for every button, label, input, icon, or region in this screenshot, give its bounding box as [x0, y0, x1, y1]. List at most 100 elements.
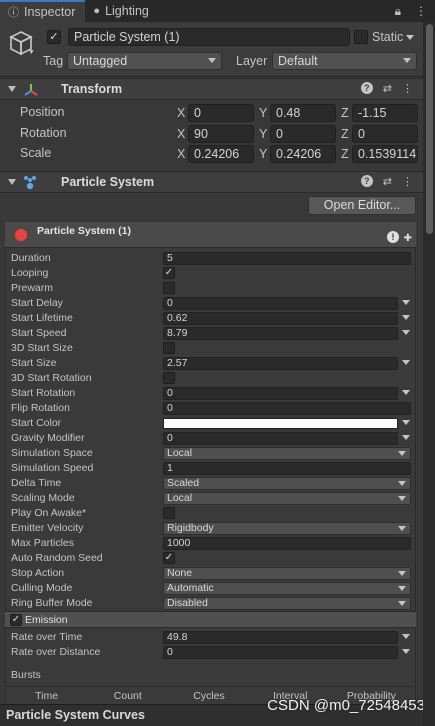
stop-action-dropdown[interactable]: None [163, 567, 411, 580]
emission-module-header[interactable]: ✓ Emission [5, 611, 416, 628]
start-delay-label[interactable]: Start Delay [11, 297, 63, 309]
rotation-y-field[interactable]: 0 [270, 125, 336, 143]
looping-checkbox[interactable]: ✓ [163, 267, 175, 279]
gravity-modifier-label[interactable]: Gravity Modifier [11, 432, 85, 444]
curve-mode-dropdown-icon[interactable] [402, 634, 410, 639]
max-particles-label[interactable]: Max Particles [11, 537, 74, 549]
gravity-modifier-field[interactable]: 0 [163, 432, 398, 445]
scale-y-field[interactable]: 0.24206 [270, 145, 336, 163]
help-icon[interactable]: ? [360, 175, 373, 187]
add-module-icon[interactable]: ✚ [404, 233, 412, 244]
stop-action-label[interactable]: Stop Action [11, 567, 64, 579]
auto-random-seed-checkbox[interactable]: ✓ [163, 552, 175, 564]
axis-x-label[interactable]: X [177, 147, 185, 161]
duration-label[interactable]: Duration [11, 252, 51, 264]
position-z-field[interactable]: -1.15 [352, 104, 418, 122]
rotation-z-field[interactable]: 0 [352, 125, 418, 143]
open-editor-button[interactable]: Open Editor... [308, 196, 416, 215]
axis-z-label[interactable]: Z [341, 127, 349, 141]
axis-x-label[interactable]: X [177, 127, 185, 141]
rotation-label[interactable]: Rotation [20, 126, 67, 140]
rate-over-time-field[interactable]: 49.8 [163, 631, 398, 644]
tab-inspector[interactable]: ⓘ Inspector [0, 0, 86, 22]
start-delay-field[interactable]: 0 [163, 297, 398, 310]
foldout-arrow-icon[interactable] [8, 86, 16, 92]
particle-system-header[interactable]: Particle System ? ⇄ ⋮ [0, 171, 423, 193]
presets-icon[interactable]: ⇄ [383, 82, 392, 95]
rate-over-time-label[interactable]: Rate over Time [11, 631, 82, 643]
position-label[interactable]: Position [20, 105, 64, 119]
curve-mode-dropdown-icon[interactable] [402, 435, 410, 440]
component-menu-icon[interactable]: ⋮ [402, 82, 413, 95]
curve-mode-dropdown-icon[interactable] [402, 649, 410, 654]
emitter-velocity-dropdown[interactable]: Rigidbody [163, 522, 411, 535]
static-dropdown-icon[interactable] [406, 35, 414, 40]
play-on-awake-label[interactable]: Play On Awake* [11, 507, 86, 519]
prewarm-label[interactable]: Prewarm [11, 282, 53, 294]
position-x-field[interactable]: 0 [188, 104, 254, 122]
simulation-space-label[interactable]: Simulation Space [11, 447, 93, 459]
active-checkbox[interactable]: ✓ [47, 30, 61, 44]
play-on-awake-checkbox[interactable] [163, 507, 175, 519]
culling-mode-label[interactable]: Culling Mode [11, 582, 72, 594]
start-color-swatch[interactable] [163, 418, 398, 429]
start-speed-label[interactable]: Start Speed [11, 327, 66, 339]
start-rotation-field[interactable]: 0 [163, 387, 398, 400]
3d-start-size-checkbox[interactable] [163, 342, 175, 354]
axis-y-label[interactable]: Y [259, 147, 267, 161]
3d-start-rotation-checkbox[interactable] [163, 372, 175, 384]
curve-mode-dropdown-icon[interactable] [402, 360, 410, 365]
presets-icon[interactable]: ⇄ [383, 175, 392, 188]
auto-random-seed-label[interactable]: Auto Random Seed [11, 552, 103, 564]
start-size-field[interactable]: 2.57 [163, 357, 398, 370]
static-checkbox[interactable] [354, 30, 368, 44]
3d-start-size-label[interactable]: 3D Start Size [11, 342, 73, 354]
ring-buffer-mode-label[interactable]: Ring Buffer Mode [11, 597, 93, 609]
rate-over-distance-label[interactable]: Rate over Distance [11, 646, 100, 658]
culling-mode-dropdown[interactable]: Automatic [163, 582, 411, 595]
scale-z-field[interactable]: 0.1539114 [352, 145, 418, 163]
position-y-field[interactable]: 0.48 [270, 104, 336, 122]
curve-mode-dropdown-icon[interactable] [402, 330, 410, 335]
scale-x-field[interactable]: 0.24206 [188, 145, 254, 163]
icon-dropdown-icon[interactable]: ▼ [28, 49, 35, 56]
simulation-space-dropdown[interactable]: Local [163, 447, 411, 460]
start-speed-field[interactable]: 8.79 [163, 327, 398, 340]
color-mode-dropdown-icon[interactable] [402, 420, 410, 425]
start-lifetime-field[interactable]: 0.62 [163, 312, 398, 325]
curve-mode-dropdown-icon[interactable] [402, 315, 410, 320]
ring-buffer-mode-dropdown[interactable]: Disabled [163, 597, 411, 610]
emission-checkbox[interactable]: ✓ [10, 614, 22, 626]
max-particles-field[interactable]: 1000 [163, 537, 411, 550]
simulation-speed-field[interactable]: 1 [163, 462, 411, 475]
rotation-x-field[interactable]: 90 [188, 125, 254, 143]
flip-rotation-label[interactable]: Flip Rotation [11, 402, 70, 414]
curve-mode-dropdown-icon[interactable] [402, 300, 410, 305]
transform-header[interactable]: Transform ? ⇄ ⋮ [0, 78, 423, 100]
simulation-speed-label[interactable]: Simulation Speed [11, 462, 93, 474]
scrollbar-thumb[interactable] [426, 24, 433, 234]
flip-rotation-field[interactable]: 0 [163, 402, 411, 415]
delta-time-label[interactable]: Delta Time [11, 477, 61, 489]
axis-y-label[interactable]: Y [259, 127, 267, 141]
emitter-velocity-label[interactable]: Emitter Velocity [11, 522, 83, 534]
vertical-scrollbar[interactable] [423, 22, 435, 726]
rate-over-distance-field[interactable]: 0 [163, 646, 398, 659]
looping-label[interactable]: Looping [11, 267, 48, 279]
scale-label[interactable]: Scale [20, 146, 51, 160]
axis-y-label[interactable]: Y [259, 106, 267, 120]
scaling-mode-label[interactable]: Scaling Mode [11, 492, 75, 504]
start-lifetime-label[interactable]: Start Lifetime [11, 312, 73, 324]
particle-module-header[interactable]: Particle System (1) ! ✚ [5, 222, 416, 248]
start-rotation-label[interactable]: Start Rotation [11, 387, 75, 399]
axis-z-label[interactable]: Z [341, 106, 349, 120]
more-menu-icon[interactable]: ⋮ [415, 4, 427, 18]
start-size-label[interactable]: Start Size [11, 357, 57, 369]
component-menu-icon[interactable]: ⋮ [402, 175, 413, 188]
duration-field[interactable]: 5 [163, 252, 411, 265]
3d-start-rotation-label[interactable]: 3D Start Rotation [11, 372, 92, 384]
tab-lighting[interactable]: ● Lighting [85, 0, 158, 22]
prewarm-checkbox[interactable] [163, 282, 175, 294]
object-name-field[interactable]: Particle System (1) [68, 28, 350, 46]
layer-dropdown[interactable]: Default [272, 52, 417, 70]
